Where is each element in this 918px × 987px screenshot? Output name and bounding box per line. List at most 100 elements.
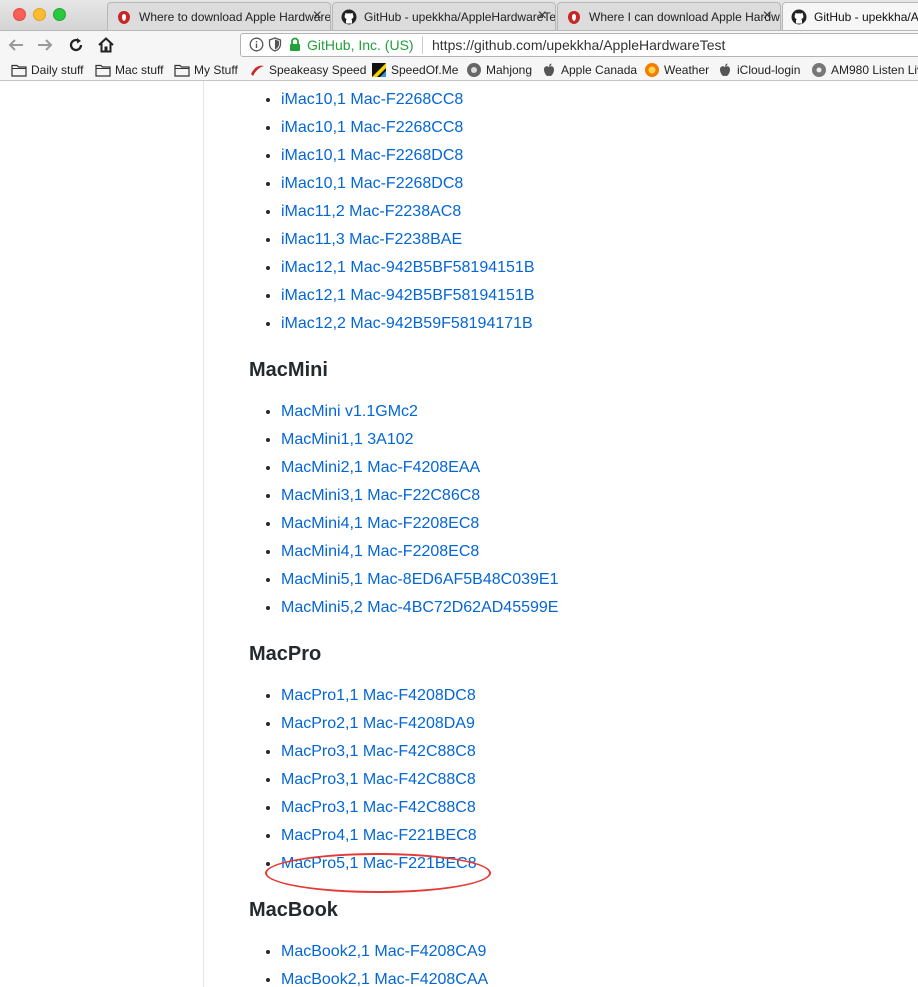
list-item: iMac12,1 Mac-942B5BF58194151B	[281, 254, 909, 282]
list-item: iMac12,1 Mac-942B5BF58194151B	[281, 282, 909, 310]
model-list: MacPro1,1 Mac-F4208DC8 MacPro2,1 Mac-F420…	[249, 682, 909, 878]
model-link[interactable]: MacMini4,1 Mac-F2208EC8	[281, 515, 479, 532]
lock-icon	[290, 37, 300, 51]
address-separator	[422, 36, 423, 54]
model-link[interactable]: MacPro3,1 Mac-F42C88C8	[281, 743, 476, 760]
page-viewport: iMac10,1 Mac-F2268CC8 iMac10,1 Mac-F2268C…	[0, 81, 918, 987]
model-link[interactable]: MacPro2,1 Mac-F4208DA9	[281, 715, 475, 732]
shield-icon[interactable]	[268, 37, 282, 52]
list-item: MacPro3,1 Mac-F42C88C8	[281, 766, 909, 794]
forward-button[interactable]	[34, 34, 56, 56]
list-item: MacPro2,1 Mac-F4208DA9	[281, 710, 909, 738]
home-button[interactable]	[95, 34, 117, 56]
tab-3[interactable]: Where I can download Apple Hardware Test…	[557, 2, 781, 30]
model-link[interactable]: iMac10,1 Mac-F2268CC8	[281, 119, 463, 136]
model-link[interactable]: MacBook2,1 Mac-F4208CAA	[281, 971, 488, 987]
reload-button[interactable]	[65, 34, 87, 56]
list-item: MacMini v1.1GMc2	[281, 398, 909, 426]
bookmark-label: My Stuff	[194, 63, 238, 77]
tab-4-active[interactable]: GitHub - upekkha/AppleHardwareTest	[782, 2, 918, 30]
model-link[interactable]: MacMini3,1 Mac-F22C86C8	[281, 487, 480, 504]
bookmark-label: Speakeasy Speed	[269, 63, 367, 77]
apple-support-icon	[118, 11, 130, 24]
model-link[interactable]: MacPro4,1 Mac-F221BEC8	[281, 827, 477, 844]
bookmark-label: AM980 Listen Live	[831, 63, 918, 77]
list-item: iMac12,2 Mac-942B59F58194171B	[281, 310, 909, 338]
close-tab-icon[interactable]: ×	[313, 7, 322, 25]
model-link[interactable]: MacBook2,1 Mac-F4208CA9	[281, 943, 486, 960]
bookmark-label: Weather	[664, 63, 710, 77]
tab-title: Where to download Apple Hardware Test	[139, 10, 331, 24]
model-link[interactable]: MacMini2,1 Mac-F4208EAA	[281, 459, 480, 476]
close-tab-icon[interactable]: ×	[538, 7, 547, 25]
speakeasy-icon	[251, 65, 264, 76]
model-link[interactable]: iMac11,3 Mac-F2238BAE	[281, 231, 462, 248]
model-link[interactable]: MacPro1,1 Mac-F4208DC8	[281, 687, 476, 704]
list-item: MacMini4,1 Mac-F2208EC8	[281, 538, 909, 566]
radio-icon	[812, 63, 826, 77]
list-item: iMac11,2 Mac-F2238AC8	[281, 198, 909, 226]
tab-title: GitHub - upekkha/AppleHardwareTest	[814, 10, 918, 24]
model-link[interactable]: iMac12,2 Mac-942B59F58194171B	[281, 315, 533, 332]
list-item: iMac10,1 Mac-F2268DC8	[281, 170, 909, 198]
model-link[interactable]: MacMini5,1 Mac-8ED6AF5B48C039E1	[281, 571, 558, 588]
model-link[interactable]: iMac12,1 Mac-942B5BF58194151B	[281, 259, 535, 276]
back-button[interactable]	[5, 34, 27, 56]
zoom-window-button[interactable]	[53, 8, 66, 21]
readme-content: iMac10,1 Mac-F2268CC8 iMac10,1 Mac-F2268C…	[249, 86, 909, 987]
close-tab-icon[interactable]: ×	[763, 7, 772, 25]
model-list: MacMini v1.1GMc2 MacMini1,1 3A102 MacMini2…	[249, 398, 909, 622]
model-link[interactable]: iMac10,1 Mac-F2268CC8	[281, 91, 463, 108]
close-window-button[interactable]	[13, 8, 26, 21]
model-list: MacBook2,1 Mac-F4208CA9 MacBook2,1 Mac-F4…	[249, 938, 909, 987]
model-link[interactable]: iMac10,1 Mac-F2268DC8	[281, 175, 463, 192]
apple-support-icon	[568, 11, 580, 24]
bookmark-label: Mac stuff	[115, 63, 164, 77]
model-link[interactable]: MacMini1,1 3A102	[281, 431, 414, 448]
speedofme-icon	[372, 63, 386, 77]
list-item: MacPro4,1 Mac-F221BEC8	[281, 822, 909, 850]
list-item: iMac10,1 Mac-F2268DC8	[281, 142, 909, 170]
apple-icon	[720, 63, 730, 77]
model-link[interactable]: MacMini5,2 Mac-4BC72D62AD45599E	[281, 599, 558, 616]
github-icon	[341, 9, 357, 25]
arrow-left-icon	[8, 39, 23, 51]
address-bar[interactable]: GitHub, Inc. (US) https://github.com/upe…	[240, 33, 918, 57]
model-link[interactable]: MacMini v1.1GMc2	[281, 403, 418, 420]
site-identity: GitHub, Inc. (US)	[307, 37, 414, 53]
model-link[interactable]: MacPro5,1 Mac-F221BEC8	[281, 855, 477, 872]
sidebar-divider	[203, 81, 204, 987]
model-list: iMac10,1 Mac-F2268CC8 iMac10,1 Mac-F2268C…	[249, 86, 909, 338]
reload-icon	[69, 38, 83, 52]
weather-icon	[645, 63, 659, 77]
model-link[interactable]: iMac11,2 Mac-F2238AC8	[281, 203, 461, 220]
model-link[interactable]: MacPro3,1 Mac-F42C88C8	[281, 771, 476, 788]
folder-icon	[174, 64, 190, 77]
tab-2[interactable]: GitHub - upekkha/AppleHardwareTest ×	[332, 2, 556, 30]
bookmark-label: Mahjong	[486, 63, 533, 77]
github-icon	[791, 9, 807, 25]
model-link[interactable]: iMac10,1 Mac-F2268DC8	[281, 147, 463, 164]
section-heading: MacBook	[249, 899, 338, 921]
list-item: MacMini3,1 Mac-F22C86C8	[281, 482, 909, 510]
mahjong-icon	[467, 63, 481, 77]
minimize-window-button[interactable]	[33, 8, 46, 21]
list-item: MacMini5,2 Mac-4BC72D62AD45599E	[281, 594, 909, 622]
folder-icon	[95, 64, 111, 77]
navigation-toolbar: GitHub, Inc. (US) https://github.com/upe…	[0, 31, 918, 60]
list-item: MacMini5,1 Mac-8ED6AF5B48C039E1	[281, 566, 909, 594]
list-item: MacBook2,1 Mac-F4208CAA	[281, 966, 909, 987]
model-link[interactable]: MacPro3,1 Mac-F42C88C8	[281, 799, 476, 816]
url-text[interactable]: https://github.com/upekkha/AppleHardware…	[432, 37, 725, 53]
model-link[interactable]: MacMini4,1 Mac-F2208EC8	[281, 543, 479, 560]
bookmark-label: iCloud-login	[737, 63, 801, 77]
info-icon[interactable]	[249, 37, 264, 52]
list-item: MacPro5,1 Mac-F221BEC8	[281, 850, 909, 878]
bookmark-label: Daily stuff	[31, 63, 84, 77]
tab-1[interactable]: Where to download Apple Hardware Test ×	[107, 2, 331, 30]
bookmark-label: SpeedOf.Me	[391, 63, 459, 77]
list-item: iMac11,3 Mac-F2238BAE	[281, 226, 909, 254]
section-heading: MacPro	[249, 643, 322, 665]
section-heading: MacMini	[249, 359, 328, 381]
model-link[interactable]: iMac12,1 Mac-942B5BF58194151B	[281, 287, 535, 304]
